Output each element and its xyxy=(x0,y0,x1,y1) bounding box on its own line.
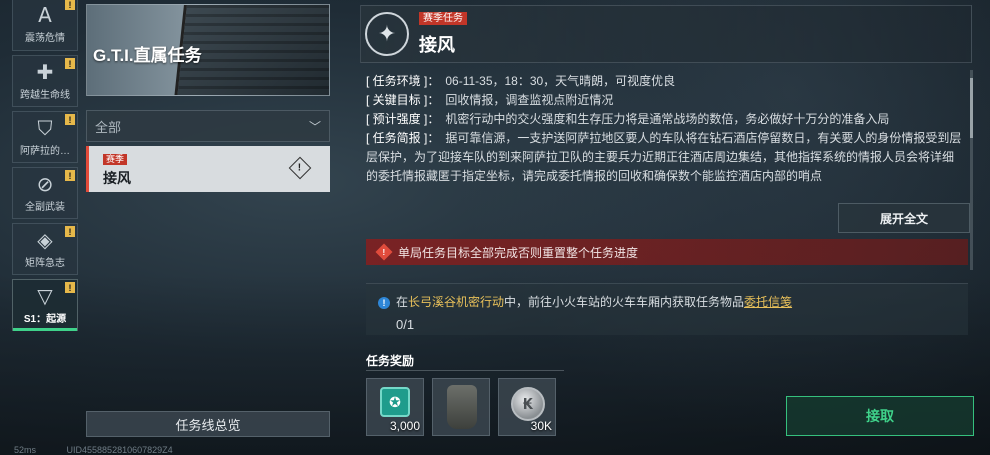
reward-amount: 30K xyxy=(530,419,552,433)
detail-row-environment: [ 任务环境 ]： 06-11-35，18：30，天气晴朗，可视度优良 xyxy=(366,74,676,88)
mission-category-nav: ! A 震荡危情 ! ✚ 跨越生命线 ! ⛉ 阿萨拉的… ! ⊘ 全副武装 ! … xyxy=(12,0,80,335)
season-mission-tag: 赛季任务 xyxy=(419,12,467,25)
mission-filter-dropdown[interactable]: 全部 ﹀ xyxy=(86,110,330,142)
season-tag: 赛季 xyxy=(103,154,128,165)
hexagon-icon: ⊘ xyxy=(36,172,54,196)
chevron-down-icon: ﹀ xyxy=(308,119,321,134)
rewards-divider xyxy=(366,370,564,371)
nav-item-s1-origin[interactable]: ! ▽ S1：起源 xyxy=(12,279,78,331)
xp-badge-icon: ✪ xyxy=(380,387,410,417)
eagle-emblem-icon: ✦ xyxy=(365,12,409,56)
mission-list-item[interactable]: 赛季 接风 ! xyxy=(86,146,330,192)
accept-mission-button[interactable]: 接取 xyxy=(786,396,974,436)
detail-row-objective: [ 关键目标 ]： 回收情报，调查监视点附近情况 xyxy=(366,93,614,107)
detail-row-intensity: [ 预计强度 ]： 机密行动中的交火强度和生存压力将是通常战场的数倍，务必做好十万… xyxy=(366,112,890,126)
nav-item-matrix[interactable]: ! ◈ 矩阵急志 xyxy=(12,223,78,275)
objective-progress: 0/1 xyxy=(396,317,415,332)
reward-amount: 3,000 xyxy=(389,419,420,433)
reward-item-currency[interactable]: ₭ 30K xyxy=(498,378,556,436)
objective-text: ! 在长弓溪谷机密行动中，前往小火车站的火车车厢内获取任务物品委托信笺 xyxy=(378,293,792,310)
alert-badge-icon: ! xyxy=(65,58,75,69)
nav-item-label: 震荡危情 xyxy=(25,32,65,44)
nav-item-label: 矩阵急志 xyxy=(25,258,65,269)
shield-icon: ⛉ xyxy=(37,116,53,140)
mission-line-banner: G.T.I.直属任务 xyxy=(86,4,330,96)
warning-diamond-icon: ! xyxy=(288,156,312,180)
mission-header: ✦ 赛季任务 接风 xyxy=(360,5,972,63)
alert-badge-icon: ! xyxy=(65,226,75,237)
diamond-icon: ◈ xyxy=(37,228,53,252)
alert-badge-icon: ! xyxy=(65,170,75,181)
objective-location: 长弓溪谷机密行动 xyxy=(408,295,505,309)
nav-item-label: 跨越生命线 xyxy=(20,90,70,101)
nav-item-shock-crisis[interactable]: ! A 震荡危情 xyxy=(12,0,78,51)
chevron-up-icon: A xyxy=(38,2,52,27)
warning-icon: ! xyxy=(375,243,393,261)
filter-selected-value: 全部 xyxy=(95,119,122,135)
rewards-title: 任务奖励 xyxy=(366,354,415,368)
mission-objective: ! 在长弓溪谷机密行动中，前往小火车站的火车车厢内获取任务物品委托信笺 0/1 xyxy=(366,283,968,335)
alert-badge-icon: ! xyxy=(65,114,75,125)
triangle-emblem-icon: ▽ xyxy=(37,284,53,308)
nav-item-full-armed[interactable]: ! ⊘ 全副武装 xyxy=(12,167,78,219)
warning-text: 单局任务目标全部完成否则重置整个任务进度 xyxy=(398,245,639,260)
objective-item-link[interactable]: 委托信笺 xyxy=(744,295,792,309)
mission-name: 接风 xyxy=(103,170,131,186)
nav-item-label: S1：起源 xyxy=(23,314,67,325)
reward-item-xp[interactable]: ✪ 3,000 xyxy=(366,378,424,436)
medical-cross-icon: ✚ xyxy=(36,60,54,84)
alert-badge-icon: ! xyxy=(65,0,75,10)
body-armor-icon xyxy=(447,385,477,429)
nav-item-lifeline[interactable]: ! ✚ 跨越生命线 xyxy=(12,55,78,107)
info-icon: ! xyxy=(378,297,390,309)
mission-description: [ 任务环境 ]： 06-11-35，18：30，天气晴朗，可视度优良 [ 关键目… xyxy=(366,72,964,194)
status-bar: 52ms UID4558852810607829Z4 xyxy=(14,445,201,455)
ping-readout: 52ms xyxy=(14,445,37,455)
nav-item-label: 阿萨拉的… xyxy=(20,146,70,157)
alert-badge-icon: ! xyxy=(65,282,75,293)
nav-item-asala[interactable]: ! ⛉ 阿萨拉的… xyxy=(12,111,78,163)
banner-title: G.T.I.直属任务 xyxy=(93,46,202,65)
mission-line-overview-button[interactable]: 任务线总览 xyxy=(86,411,330,437)
reward-item-armor[interactable] xyxy=(432,378,490,436)
silver-coin-icon: ₭ xyxy=(511,387,545,421)
detail-row-briefing: [ 任务简报 ]： 据可靠信源，一支护送阿萨拉地区要人的车队将在钻石酒店停留数日，… xyxy=(366,131,962,183)
nav-item-label: 全副武装 xyxy=(25,202,65,213)
reset-warning-banner: ! 单局任务目标全部完成否则重置整个任务进度 xyxy=(366,239,968,265)
uid-readout: UID4558852810607829Z4 xyxy=(66,445,173,455)
description-scrollbar[interactable] xyxy=(970,70,973,270)
mission-title: 接风 xyxy=(419,35,455,55)
expand-full-text-button[interactable]: 展开全文 xyxy=(838,203,970,233)
